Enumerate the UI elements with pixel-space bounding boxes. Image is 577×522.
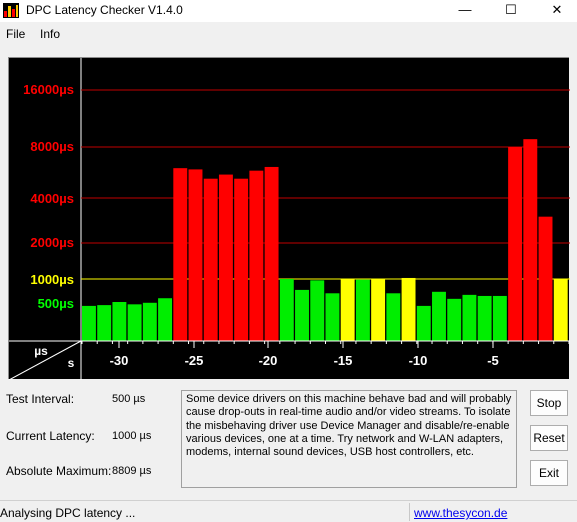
absolute-maximum-value: 8809 µs bbox=[112, 465, 152, 477]
test-interval-value: 500 µs bbox=[112, 393, 146, 405]
window-title: DPC Latency Checker V1.4.0 bbox=[26, 3, 183, 17]
latency-bar bbox=[112, 302, 127, 341]
y-axis-label: 500µs bbox=[38, 296, 74, 311]
y-axis-label: 4000µs bbox=[30, 191, 74, 206]
latency-bar bbox=[97, 305, 112, 341]
current-latency-value: 1000 µs bbox=[112, 430, 152, 442]
latency-bar bbox=[538, 216, 553, 341]
x-tick-label: -20 bbox=[259, 353, 278, 368]
maximize-button[interactable]: ☐ bbox=[488, 0, 534, 22]
y-unit-label: µs bbox=[34, 344, 48, 358]
latency-bar bbox=[173, 168, 188, 341]
latency-bar bbox=[553, 279, 568, 341]
latency-bar bbox=[523, 139, 538, 341]
reset-button[interactable]: Reset bbox=[530, 425, 568, 451]
absolute-maximum-label: Absolute Maximum: bbox=[6, 464, 112, 478]
latency-bar bbox=[386, 293, 401, 341]
status-bar: Analysing DPC latency ... www.thesycon.d… bbox=[0, 500, 577, 522]
latency-bar bbox=[371, 279, 386, 341]
latency-bar bbox=[203, 178, 218, 341]
latency-bar bbox=[249, 170, 264, 341]
latency-bar bbox=[477, 295, 492, 341]
minimize-button[interactable]: — bbox=[442, 0, 488, 22]
latency-bar bbox=[295, 289, 309, 341]
x-tick-label: -5 bbox=[487, 353, 499, 368]
current-latency-label: Current Latency: bbox=[6, 429, 95, 443]
y-axis-label: 16000µs bbox=[23, 82, 74, 97]
latency-bar bbox=[82, 305, 96, 341]
x-tick-label: -10 bbox=[409, 353, 428, 368]
status-divider bbox=[409, 503, 410, 521]
y-axis-label: 1000µs bbox=[30, 272, 74, 287]
test-interval-label: Test Interval: bbox=[6, 392, 75, 406]
latency-bar bbox=[432, 291, 446, 341]
latency-bar bbox=[158, 298, 173, 341]
latency-bar bbox=[462, 294, 477, 341]
latency-bar bbox=[401, 277, 416, 341]
x-tick-label: -30 bbox=[110, 353, 129, 368]
latency-bar bbox=[264, 166, 279, 341]
latency-chart: 16000µs 8000µs 4000µs 2000µs 1000µs 500µs µs s -… bbox=[9, 58, 570, 380]
description-text: Some device drivers on this machine beha… bbox=[181, 390, 517, 488]
y-axis-label: 2000µs bbox=[30, 235, 74, 250]
latency-bar bbox=[355, 279, 370, 341]
x-tick-label: -15 bbox=[334, 353, 353, 368]
latency-bar bbox=[127, 304, 142, 341]
close-button[interactable]: ✕ bbox=[534, 0, 577, 22]
y-axis-label: 8000µs bbox=[30, 139, 74, 154]
latency-bar bbox=[218, 174, 233, 341]
menu-file[interactable]: File bbox=[6, 27, 25, 41]
x-tick-label: -25 bbox=[185, 353, 204, 368]
latency-bar bbox=[188, 169, 203, 341]
latency-bar bbox=[508, 147, 523, 341]
latency-bar bbox=[310, 280, 325, 341]
latency-graph: 16000µs 8000µs 4000µs 2000µs 1000µs 500µs µs s -… bbox=[8, 57, 570, 380]
latency-bar bbox=[416, 305, 431, 341]
latency-bar bbox=[492, 295, 507, 341]
latency-bar bbox=[447, 298, 462, 341]
title-bar: DPC Latency Checker V1.4.0 — ☐ ✕ bbox=[0, 0, 577, 22]
latency-bar bbox=[234, 178, 249, 341]
latency-bar bbox=[340, 279, 355, 341]
status-text: Analysing DPC latency ... bbox=[0, 506, 136, 520]
stop-button[interactable]: Stop bbox=[530, 390, 568, 416]
website-link[interactable]: www.thesycon.de bbox=[414, 506, 507, 520]
menu-bar: File Info bbox=[0, 24, 577, 44]
menu-info[interactable]: Info bbox=[40, 27, 60, 41]
app-icon bbox=[3, 3, 19, 18]
x-unit-label: s bbox=[68, 356, 75, 370]
latency-bar bbox=[142, 302, 157, 341]
exit-button[interactable]: Exit bbox=[530, 460, 568, 486]
latency-bar bbox=[325, 293, 340, 341]
latency-bar bbox=[279, 279, 294, 341]
